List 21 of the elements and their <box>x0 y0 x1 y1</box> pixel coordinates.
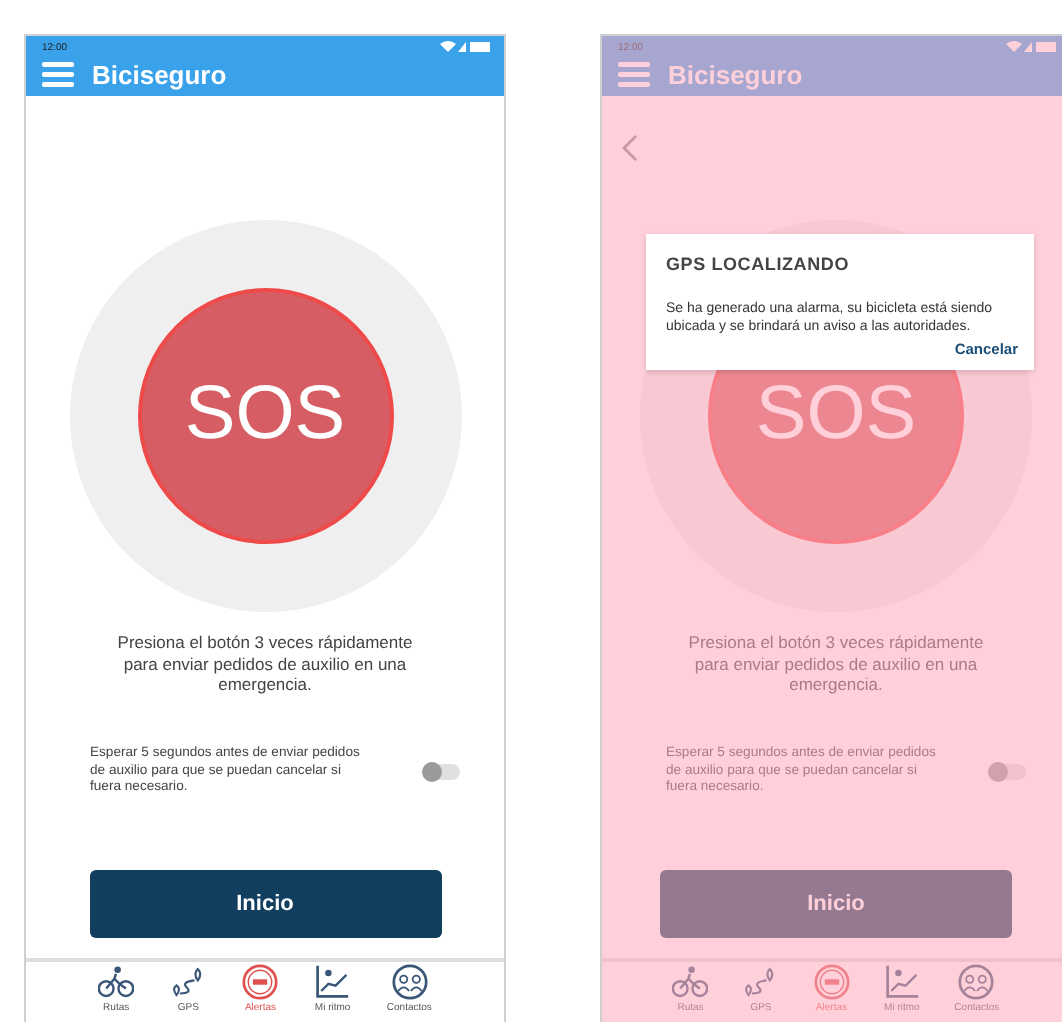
app-title: Biciseguro <box>92 60 227 90</box>
status-icons <box>440 40 492 54</box>
cyclist-icon <box>672 963 709 1000</box>
back-icon[interactable] <box>622 133 638 162</box>
chart-icon <box>883 963 920 1000</box>
delay-toggle[interactable] <box>424 764 460 781</box>
dialog-title: GPS LOCALIZANDO <box>666 254 851 274</box>
start-button[interactable]: Inicio <box>660 870 1012 939</box>
instructions-text: Presiona el botón 3 veces rápidamente para enviar pedidos de auxilio en una emergencia. <box>686 631 986 696</box>
chart-icon <box>314 963 351 1000</box>
start-button[interactable]: Inicio <box>89 870 441 939</box>
delay-toggle[interactable] <box>990 764 1026 781</box>
status-icons <box>1006 40 1058 54</box>
menu-icon[interactable] <box>42 62 74 88</box>
cyclist-icon <box>98 963 135 1000</box>
sos-button[interactable]: SOS <box>137 287 393 544</box>
menu-icon[interactable] <box>618 62 650 88</box>
sos-icon <box>242 963 279 1000</box>
sos-icon <box>813 963 850 1000</box>
app-title: Biciseguro <box>668 60 803 90</box>
instructions-text: Presiona el botón 3 veces rápidamente para enviar pedidos de auxilio en una emergencia. <box>115 631 415 696</box>
